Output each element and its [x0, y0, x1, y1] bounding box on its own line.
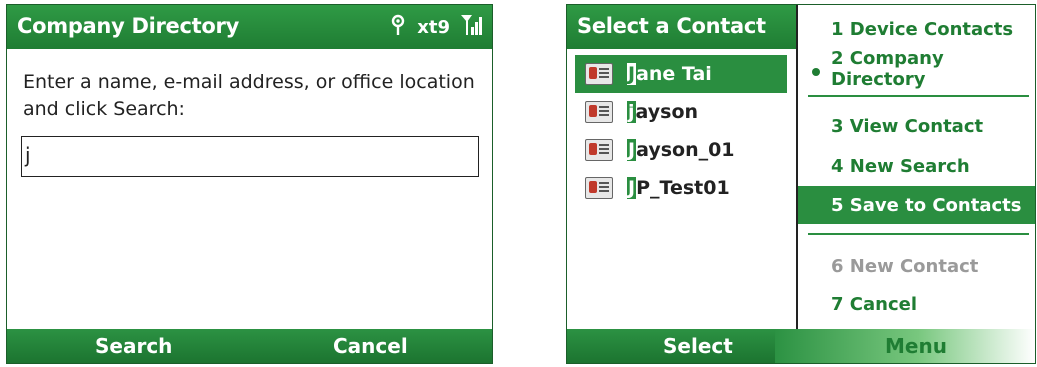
list-item[interactable]: Jayson_01	[575, 131, 787, 169]
menu-item-save-to-contacts[interactable]: 5 Save to Contacts	[798, 186, 1035, 224]
search-input[interactable]: j	[21, 136, 479, 177]
select-softkey[interactable]: Select	[663, 334, 733, 358]
contact-list: Jane Tai j ayson Jayson_01 J P_Test01	[575, 55, 787, 207]
contact-name: ayson	[635, 101, 699, 123]
select-contact-screen: Select a Contact Jane Tai j ayson Jayson_…	[566, 4, 1036, 364]
menu-item-new-contact: 6 New Contact	[831, 255, 979, 277]
menu-separator	[808, 95, 1029, 97]
menu-item-view-contact[interactable]: 3 View Contact	[798, 107, 1035, 145]
menu-item-company-directory[interactable]: 2 Company Directory	[798, 48, 1035, 90]
menu-item-new-search[interactable]: 4 New Search	[798, 147, 1035, 185]
list-item[interactable]: Jane Tai	[575, 55, 787, 93]
match-highlight: j	[627, 101, 636, 123]
match-highlight: J	[627, 63, 637, 85]
contact-name: P_Test01	[636, 177, 730, 199]
title-bar: Select a Contact	[567, 5, 797, 49]
antenna-icon	[389, 14, 407, 41]
screen-title: Company Directory	[17, 14, 239, 38]
contact-card-icon	[585, 63, 613, 85]
menu-softkey[interactable]: Menu	[885, 334, 947, 358]
contact-name: ayson_01	[636, 139, 735, 161]
contact-name: ane Tai	[636, 63, 712, 85]
instruction-text: Enter a name, e-mail address, or office …	[23, 71, 475, 120]
menu-item-device-contacts[interactable]: 1 Device Contacts	[798, 10, 1035, 48]
list-item[interactable]: j ayson	[575, 93, 787, 131]
company-directory-screen: Company Directory xt9 Enter a name, e-ma…	[6, 4, 493, 364]
xt9-indicator: xt9	[417, 17, 450, 38]
list-item[interactable]: J P_Test01	[575, 169, 787, 207]
contact-card-icon	[585, 101, 613, 123]
match-highlight: J	[627, 139, 637, 161]
title-bar: Company Directory xt9	[7, 5, 492, 49]
menu-item-cancel[interactable]: 7 Cancel	[798, 285, 1035, 323]
menu-separator	[808, 233, 1029, 235]
cancel-softkey[interactable]: Cancel	[333, 334, 408, 358]
contact-card-icon	[585, 177, 613, 199]
softkey-bar: Search Cancel	[7, 329, 492, 363]
softkey-bar: Select Menu	[567, 329, 1035, 363]
popup-menu: 1 Device Contacts 2 Company Directory 3 …	[796, 5, 1035, 331]
search-softkey[interactable]: Search	[95, 334, 172, 358]
screen-title: Select a Contact	[577, 14, 766, 38]
contact-card-icon	[585, 139, 613, 161]
signal-icon	[460, 13, 482, 42]
match-highlight: J	[627, 177, 637, 199]
status-area: xt9	[389, 13, 482, 42]
